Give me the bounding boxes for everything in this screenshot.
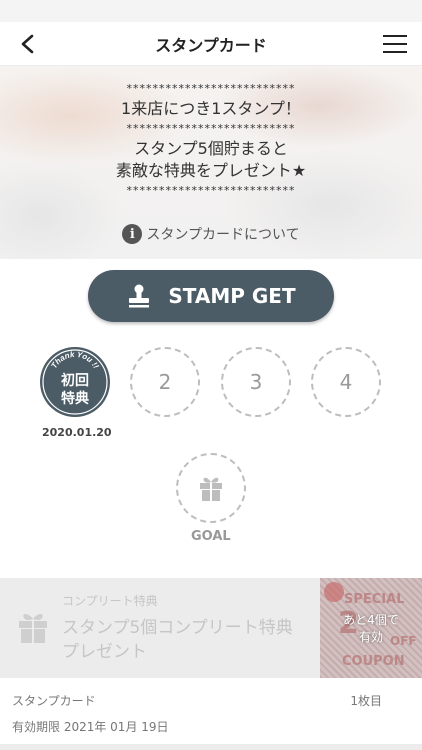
stamp-icon (129, 284, 150, 308)
hero-text: ************************** 1来店につき1スタンプ！ … (0, 80, 422, 200)
stamp-slot-goal (176, 453, 246, 523)
stamp-get-label: STAMP GET (168, 284, 296, 308)
hamburger-menu-icon (383, 35, 407, 53)
stars-divider: ************************** (126, 122, 296, 135)
stamp-slot-4: 4 (311, 347, 381, 417)
menu-button[interactable] (382, 32, 408, 56)
gift-icon (200, 477, 222, 501)
footer-divider (0, 744, 422, 750)
info-icon: i (122, 224, 143, 244)
card-expiry: 有効期限 2021年 01月 19日 (12, 720, 169, 734)
stars-divider: ************************** (126, 184, 296, 197)
goal-label: GOAL (191, 529, 231, 544)
stamp-get-button[interactable]: STAMP GET (88, 270, 334, 322)
badge-line-1: 初回 (61, 372, 89, 389)
stamp-number: 4 (339, 370, 353, 394)
coupon-remaining-text: あと4個で 有効 (320, 612, 422, 646)
coupon-thumbnail: SPECIAL 2 OFF COUPON あと4個で 有効 (320, 578, 422, 678)
back-button[interactable] (14, 31, 40, 57)
svg-text:Thank You !!: Thank You !! (49, 350, 100, 370)
page-title: スタンプカード (155, 35, 267, 55)
status-bar (0, 0, 422, 22)
chevron-left-icon (21, 34, 34, 54)
hero-banner: ************************** 1来店につき1スタンプ！ … (0, 66, 422, 259)
badge-arc-text: Thank You !! (49, 350, 100, 370)
nav-bar: スタンプカード (0, 22, 422, 66)
about-link-label: スタンプカードについて (146, 227, 300, 243)
complete-caption: コンプリート特典 (62, 594, 158, 608)
stars-divider: ************************** (126, 82, 296, 95)
complete-title-line-1: スタンプ5個コンプリート特典 (62, 618, 293, 638)
hero-line-1: 1来店につき1スタンプ！ (121, 99, 301, 118)
first-visit-badge: Thank You !! 初回 特典 (42, 349, 108, 415)
about-stampcard-link[interactable]: i スタンプカードについて (0, 224, 422, 244)
coupon-remaining-line-2: 有効 (358, 630, 383, 644)
gift-icon (19, 614, 47, 643)
card-count: 1枚目 (350, 694, 382, 708)
stamp-slot-2: 2 (130, 347, 200, 417)
stamp-slot-3: 3 (221, 347, 291, 417)
stamp-date: 2020.01.20 (42, 426, 112, 439)
complete-title-line-2: プレゼント (62, 642, 147, 662)
stamp-number: 2 (158, 370, 172, 394)
complete-reward-card[interactable]: コンプリート特典 スタンプ5個コンプリート特典 プレゼント SPECIAL 2 … (0, 578, 422, 678)
hero-line-2: スタンプ5個貯まると (134, 139, 288, 158)
stamp-slot-1-done: Thank You !! 初回 特典 (40, 347, 110, 417)
complete-title: スタンプ5個コンプリート特典 プレゼント (62, 616, 293, 664)
card-footer: スタンプカード 1枚目 有効期限 2021年 01月 19日 (0, 678, 422, 750)
stamp-number: 3 (249, 370, 263, 394)
badge-line-2: 特典 (61, 390, 89, 407)
coupon-remaining-line-1: あと4個で (343, 613, 399, 627)
hero-line-3: 素敵な特典をプレゼント★ (115, 161, 307, 180)
card-label: スタンプカード (12, 694, 96, 708)
